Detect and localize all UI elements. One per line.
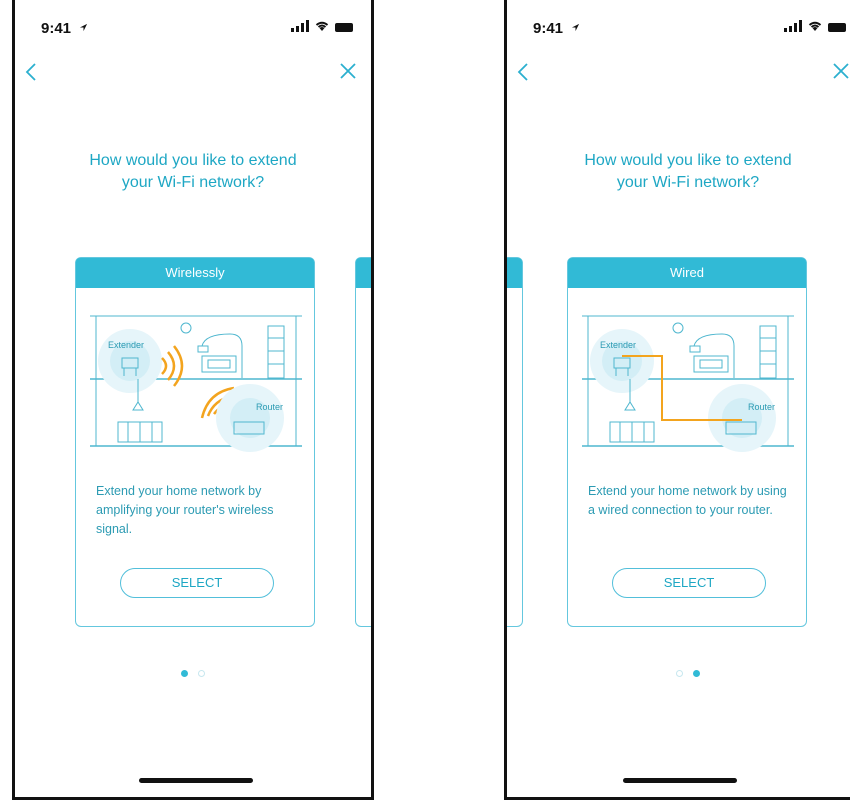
back-chevron-icon[interactable] [517,62,529,82]
status-bar: 9:41 [507,14,850,38]
back-chevron-icon[interactable] [25,62,37,82]
status-time: 9:41 [533,20,564,37]
card-description: Extend your home network by amplifying y… [96,484,274,536]
card-description: Extend your home network by using a wire… [588,484,787,517]
location-arrow-icon [571,23,580,32]
page-dot-2 [693,670,700,677]
home-indicator [623,778,737,783]
extender-label: Extender [600,340,636,350]
question-line-2: your Wi-Fi network? [616,174,760,191]
extender-label: Extender [108,340,144,350]
select-button[interactable]: SELECT [120,568,274,598]
question-line-1: How would you like to extend [89,152,297,169]
page-dot-2 [198,670,205,677]
wifi-icon [808,21,822,31]
signal-icon [784,20,802,32]
wireless-home-illustration: Extender Router [90,315,302,452]
question-line-2: your Wi-Fi network? [121,174,265,191]
router-label: Router [256,402,283,412]
signal-icon [291,20,309,32]
close-icon[interactable] [339,62,357,80]
battery-icon [335,23,353,32]
page-dot-1 [676,670,683,677]
page-indicator [15,670,371,677]
page-dot-1 [181,670,188,677]
question-line-1: How would you like to extend [584,152,792,169]
previous-card-peek[interactable] [507,257,523,627]
phone-screen-wired: 9:41 How would you like to extend your W… [504,0,850,800]
status-time: 9:41 [41,20,72,37]
close-icon[interactable] [832,62,850,80]
option-card-wirelessly[interactable]: Wirelessly Extender Router Extend your h… [75,257,315,627]
phone-screen-wirelessly: 9:41 How would you like to extend your W… [12,0,374,800]
next-card-peek[interactable] [355,257,371,627]
router-label: Router [748,402,775,412]
home-indicator [139,778,253,783]
status-bar: 9:41 [15,14,371,38]
option-card-wired[interactable]: Wired Extender Router Extend your home n… [567,257,807,627]
wifi-icon [315,21,329,31]
card-title: Wired [568,258,806,288]
location-arrow-icon [79,23,88,32]
page-indicator [507,670,850,677]
card-title: Wirelessly [76,258,314,288]
wired-home-illustration: Extender Router [582,315,794,452]
question-title: How would you like to extend your Wi-Fi … [507,150,850,194]
battery-icon [828,23,846,32]
question-title: How would you like to extend your Wi-Fi … [15,150,371,194]
select-button[interactable]: SELECT [612,568,766,598]
